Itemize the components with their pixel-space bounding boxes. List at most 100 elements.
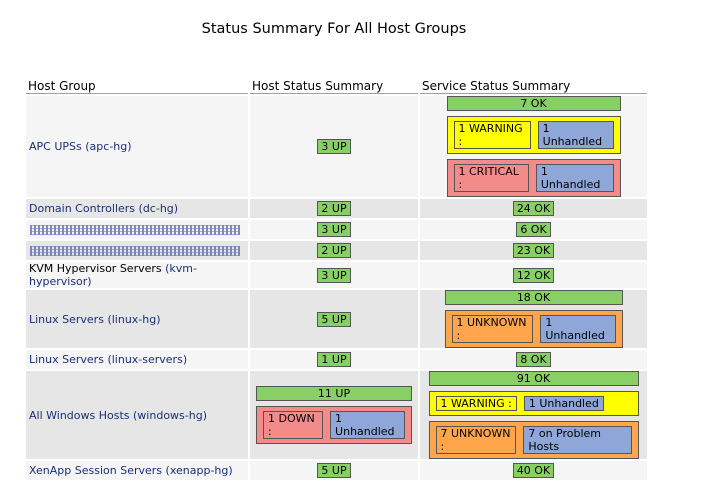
service-unknown-box: 7 UNKNOWN : 7 on Problem Hosts	[428, 421, 639, 459]
service-status-cell: 24 OK	[420, 199, 647, 218]
host-up-link[interactable]: 1 UP	[317, 352, 351, 367]
table-row: Linux Servers (linux-servers) 1 UP 8 OK	[26, 350, 647, 369]
table-row: All Windows Hosts (windows-hg) 11 UP 1 D…	[26, 371, 647, 459]
service-warning-link[interactable]: 1 WARNING :	[453, 121, 531, 149]
host-group-alias: (linux-servers)	[107, 353, 188, 366]
service-unknown-unhandled-link[interactable]: 1 Unhandled	[540, 315, 616, 343]
service-ok-link[interactable]: 40 OK	[512, 463, 555, 478]
table-header-row: Host Group Host Status Summary Service S…	[26, 78, 647, 94]
host-group-link[interactable]: KVM Hypervisor Servers (kvm-hypervisor)	[29, 262, 197, 288]
table-row: 3 UP 6 OK	[26, 220, 647, 239]
host-group-link[interactable]: Linux Servers (linux-servers)	[29, 353, 187, 366]
service-ok-link[interactable]: 18 OK	[444, 290, 623, 305]
table-row: APC UPSs (apc-hg) 3 UP 7 OK 1 WARNING : …	[26, 96, 647, 197]
service-ok-link[interactable]: 6 OK	[516, 222, 551, 237]
service-unknown-box: 1 UNKNOWN : 1 Unhandled	[444, 310, 623, 348]
column-header-service-status: Service Status Summary	[420, 78, 647, 94]
service-critical-unhandled-link[interactable]: 1 Unhandled	[535, 164, 614, 192]
host-up-link[interactable]: 3 UP	[317, 267, 351, 283]
host-status-cell: 3 UP	[250, 262, 418, 288]
service-ok-link[interactable]: 24 OK	[512, 201, 555, 216]
obscured-host-group-name	[30, 245, 240, 256]
service-status-cell: 23 OK	[420, 241, 647, 260]
host-group-cell: XenApp Session Servers (xenapp-hg)	[26, 461, 248, 480]
host-group-alias: (xenapp-hg)	[165, 464, 233, 477]
host-down-box: 1 DOWN : 1 Unhandled	[256, 406, 412, 444]
host-up-link[interactable]: 3 UP	[317, 139, 351, 154]
table-row: XenApp Session Servers (xenapp-hg) 5 UP …	[26, 461, 647, 480]
host-status-cell: 2 UP	[250, 199, 418, 218]
host-group-cell: Domain Controllers (dc-hg)	[26, 199, 248, 218]
host-status-cell: 5 UP	[250, 461, 418, 480]
column-header-host-group: Host Group	[26, 78, 248, 94]
service-critical-box: 1 CRITICAL : 1 Unhandled	[446, 159, 621, 197]
table-row: KVM Hypervisor Servers (kvm-hypervisor) …	[26, 262, 647, 288]
host-up-link[interactable]: 2 UP	[317, 243, 351, 258]
host-group-cell: All Windows Hosts (windows-hg)	[26, 371, 248, 459]
host-group-cell: KVM Hypervisor Servers (kvm-hypervisor)	[26, 262, 248, 288]
host-group-link[interactable]: Domain Controllers (dc-hg)	[29, 202, 178, 215]
service-unknown-link[interactable]: 1 UNKNOWN :	[451, 315, 534, 343]
host-group-cell: Linux Servers (linux-servers)	[26, 350, 248, 369]
host-group-link[interactable]: Linux Servers (linux-hg)	[29, 313, 161, 326]
service-status-cell: 12 OK	[420, 262, 647, 288]
host-up-link[interactable]: 5 UP	[317, 311, 351, 327]
table-row: Linux Servers (linux-hg) 5 UP 18 OK 1 UN…	[26, 290, 647, 348]
table-row: 2 UP 23 OK	[26, 241, 647, 260]
host-group-name: Domain Controllers	[29, 202, 136, 215]
host-up-link[interactable]: 11 UP	[256, 386, 412, 401]
host-group-cell	[26, 220, 248, 239]
service-warning-box: 1 WARNING : 1 Unhandled	[446, 116, 621, 154]
host-status-cell: 11 UP 1 DOWN : 1 Unhandled	[250, 371, 418, 459]
service-warning-link[interactable]: 1 WARNING :	[435, 396, 517, 411]
host-group-name: APC UPSs	[29, 140, 82, 153]
host-group-link[interactable]: APC UPSs (apc-hg)	[29, 140, 132, 153]
host-group-name: XenApp Session Servers	[29, 464, 163, 477]
host-group-name: Linux Servers	[29, 353, 104, 366]
host-group-name: All Windows Hosts	[29, 408, 130, 422]
host-group-summary-table: Host Group Host Status Summary Service S…	[24, 76, 649, 482]
host-group-alias: (dc-hg)	[138, 202, 179, 215]
host-down-link[interactable]: 1 DOWN :	[263, 411, 324, 439]
host-group-alias: (linux-hg)	[107, 312, 161, 326]
page-title: Status Summary For All Host Groups	[201, 21, 467, 37]
host-up-link[interactable]: 3 UP	[317, 222, 351, 237]
service-ok-link[interactable]: 7 OK	[446, 96, 621, 111]
service-ok-link[interactable]: 12 OK	[512, 267, 555, 283]
service-status-cell: 40 OK	[420, 461, 647, 480]
service-warning-unhandled-link[interactable]: 1 Unhandled	[537, 121, 614, 149]
host-group-name: KVM Hypervisor Servers	[29, 262, 162, 275]
service-critical-link[interactable]: 1 CRITICAL :	[453, 164, 529, 192]
host-status-cell: 5 UP	[250, 290, 418, 348]
service-status-cell: 7 OK 1 WARNING : 1 Unhandled 1 CRITICAL …	[420, 96, 647, 197]
obscured-host-group-name	[30, 224, 240, 235]
host-group-cell: Linux Servers (linux-hg)	[26, 290, 248, 348]
service-warning-box: 1 WARNING : 1 Unhandled	[428, 391, 639, 416]
host-status-cell: 2 UP	[250, 241, 418, 260]
host-group-alias: (windows-hg)	[133, 408, 207, 422]
service-ok-link[interactable]: 91 OK	[428, 371, 639, 386]
service-status-cell: 18 OK 1 UNKNOWN : 1 Unhandled	[420, 290, 647, 348]
host-group-link[interactable]: All Windows Hosts (windows-hg)	[29, 409, 207, 422]
host-status-cell: 1 UP	[250, 350, 418, 369]
service-warning-unhandled-link[interactable]: 1 Unhandled	[523, 396, 604, 411]
host-group-name: Linux Servers	[29, 312, 104, 326]
column-header-host-status: Host Status Summary	[250, 78, 418, 94]
host-status-cell: 3 UP	[250, 220, 418, 239]
table-row: Domain Controllers (dc-hg) 2 UP 24 OK	[26, 199, 647, 218]
host-group-alias: (apc-hg)	[85, 140, 132, 153]
service-unknown-link[interactable]: 7 UNKNOWN :	[435, 426, 517, 454]
service-ok-link[interactable]: 23 OK	[512, 243, 555, 258]
host-up-link[interactable]: 2 UP	[317, 201, 351, 216]
host-group-link[interactable]: XenApp Session Servers (xenapp-hg)	[29, 464, 233, 477]
service-status-cell: 8 OK	[420, 350, 647, 369]
service-status-cell: 91 OK 1 WARNING : 1 Unhandled 7 UNKNOWN …	[420, 371, 647, 459]
host-up-link[interactable]: 5 UP	[317, 463, 351, 478]
service-ok-link[interactable]: 8 OK	[516, 352, 551, 367]
host-down-unhandled-link[interactable]: 1 Unhandled	[330, 411, 405, 439]
service-unknown-problem-hosts-link[interactable]: 7 on Problem Hosts	[523, 426, 632, 454]
service-status-cell: 6 OK	[420, 220, 647, 239]
host-group-cell: APC UPSs (apc-hg)	[26, 96, 248, 197]
host-group-cell	[26, 241, 248, 260]
host-status-cell: 3 UP	[250, 96, 418, 197]
